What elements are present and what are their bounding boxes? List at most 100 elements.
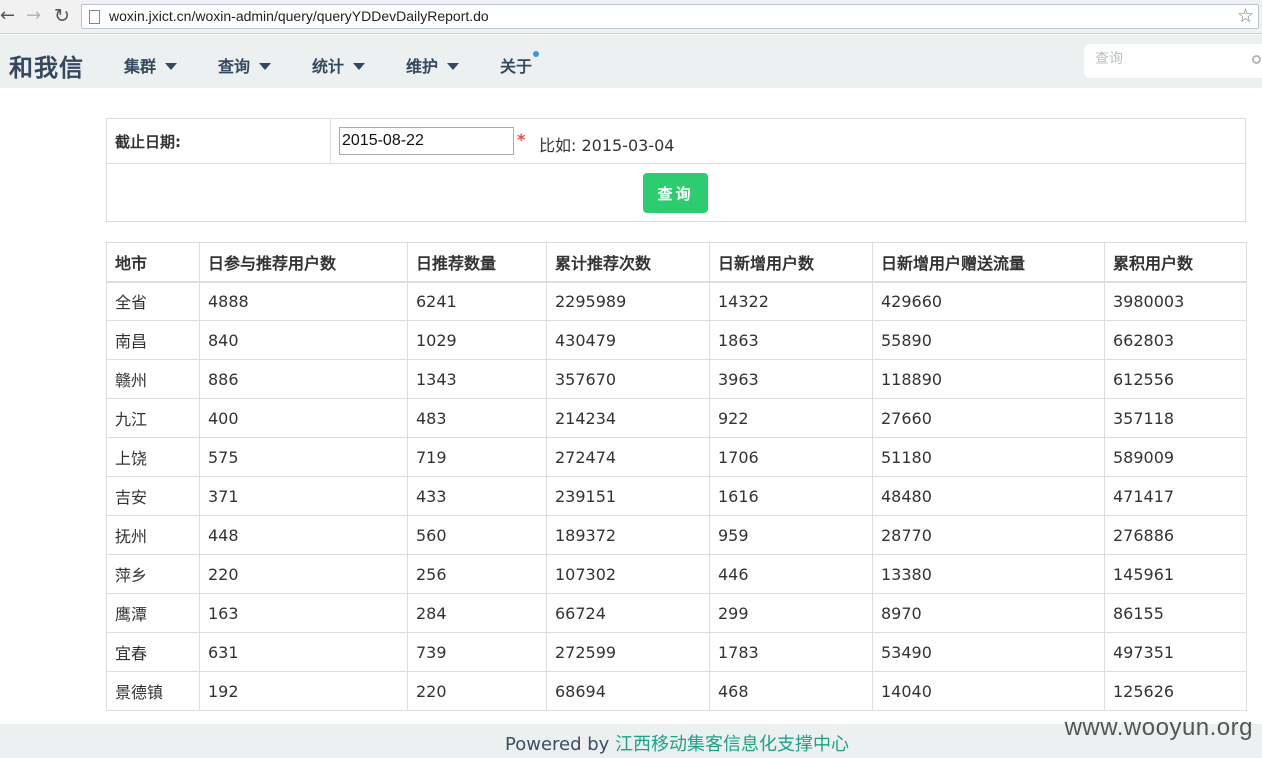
menu-query[interactable]: 查询 [218, 53, 272, 77]
table-cell: 8970 [872, 593, 1105, 633]
required-mark: * [517, 130, 526, 149]
table-row: 萍乡 220 256 107302 446 13380 145961 [106, 554, 1247, 594]
table-cell: 922 [709, 398, 873, 438]
table-cell: 214234 [546, 398, 710, 438]
caret-down-icon [165, 63, 178, 70]
table-cell: 66724 [546, 593, 710, 633]
table-cell: 1029 [407, 320, 547, 360]
address-bar[interactable]: woxin.jxict.cn/woxin-admin/query/queryYD… [81, 4, 1259, 29]
table-cell: 192 [199, 671, 408, 711]
column-header: 累计推荐次数 [546, 242, 710, 283]
table-cell: 589009 [1104, 437, 1247, 477]
caret-down-icon [353, 63, 366, 70]
menu-cluster[interactable]: 集群 [124, 53, 178, 77]
menu-maintenance[interactable]: 维护 [406, 53, 460, 77]
bookmark-star-icon[interactable]: ☆ [1237, 5, 1254, 27]
table-cell: 163 [199, 593, 408, 633]
table-cell: 471417 [1104, 476, 1247, 516]
table-cell: 662803 [1104, 320, 1247, 360]
search-input[interactable] [1095, 51, 1235, 67]
table-row: 景德镇 192 220 68694 468 14040 125626 [106, 671, 1247, 711]
column-header: 日参与推荐用户数 [199, 242, 408, 283]
column-header: 日推荐数量 [407, 242, 547, 283]
end-date-input[interactable] [339, 127, 514, 155]
menu-about[interactable]: 关于 [500, 51, 540, 77]
forward-arrow-icon[interactable]: → [26, 6, 41, 26]
table-cell: 239151 [546, 476, 710, 516]
table-cell: 抚州 [106, 515, 200, 555]
table-cell: 48480 [872, 476, 1105, 516]
table-cell: 468 [709, 671, 873, 711]
table-cell: 南昌 [106, 320, 200, 360]
table-cell: 2295989 [546, 281, 710, 321]
footer-text: Powered by 江西移动集客信息化支撑中心 [505, 730, 849, 756]
table-cell: 272599 [546, 632, 710, 672]
table-cell: 959 [709, 515, 873, 555]
table-cell: 全省 [106, 281, 200, 321]
table-cell: 220 [407, 671, 547, 711]
date-label: 截止日期: [115, 133, 181, 151]
table-cell: 575 [199, 437, 408, 477]
search-icon[interactable] [1252, 55, 1261, 64]
table-cell: 1783 [709, 632, 873, 672]
url-text[interactable]: woxin.jxict.cn/woxin-admin/query/queryYD… [109, 8, 489, 24]
reload-icon[interactable]: ↻ [54, 6, 70, 26]
column-header: 日新增用户数 [709, 242, 873, 283]
table-cell: 86155 [1104, 593, 1247, 633]
table-cell: 357670 [546, 359, 710, 399]
table-cell: 68694 [546, 671, 710, 711]
table-cell: 284 [407, 593, 547, 633]
table-cell: 14040 [872, 671, 1105, 711]
table-cell: 433 [407, 476, 547, 516]
menu-label: 集群 [124, 57, 157, 76]
column-header: 地市 [106, 242, 200, 283]
menu-statistics[interactable]: 统计 [312, 53, 366, 77]
table-row: 上饶 575 719 272474 1706 51180 589009 [106, 437, 1247, 477]
table-cell: 吉安 [106, 476, 200, 516]
back-arrow-icon[interactable]: ← [0, 6, 15, 26]
table-cell: 429660 [872, 281, 1105, 321]
watermark: www.wooyun.org [1064, 714, 1253, 741]
table-cell: 256 [407, 554, 547, 594]
table-cell: 1863 [709, 320, 873, 360]
table-cell: 446 [709, 554, 873, 594]
table-cell: 371 [199, 476, 408, 516]
brand-logo[interactable]: 和我信 [9, 48, 84, 83]
table-cell: 430479 [546, 320, 710, 360]
column-header: 累积用户数 [1104, 242, 1247, 283]
table-header-row: 地市 日参与推荐用户数 日推荐数量 累计推荐次数 日新增用户数 日新增用户赠送流量 累积用户… [106, 242, 1247, 283]
table-cell: 299 [709, 593, 873, 633]
table-cell: 107302 [546, 554, 710, 594]
table-cell: 6241 [407, 281, 547, 321]
footer-link[interactable]: 江西移动集客信息化支撑中心 [615, 734, 849, 755]
browser-toolbar: ← → ↻ woxin.jxict.cn/woxin-admin/query/q… [0, 0, 1262, 34]
table-cell: 55890 [872, 320, 1105, 360]
table-row: 抚州 448 560 189372 959 28770 276886 [106, 515, 1247, 555]
table-cell: 宜春 [106, 632, 200, 672]
table-cell: 125626 [1104, 671, 1247, 711]
query-button[interactable]: 查询 [643, 173, 708, 213]
table-cell: 九江 [106, 398, 200, 438]
table-cell: 118890 [872, 359, 1105, 399]
table-cell: 1706 [709, 437, 873, 477]
table-cell: 189372 [546, 515, 710, 555]
table-body: 全省 4888 6241 2295989 14322 429660 3980003 南昌 840… [106, 281, 1247, 711]
table-cell: 53490 [872, 632, 1105, 672]
table-cell: 145961 [1104, 554, 1247, 594]
date-hint: 比如: 2015-03-04 [539, 136, 675, 155]
menu-label: 关于 [500, 57, 533, 76]
table-cell: 719 [407, 437, 547, 477]
table-cell: 448 [199, 515, 408, 555]
page-icon [89, 10, 100, 24]
nav-search [1084, 44, 1262, 78]
table-cell: 400 [199, 398, 408, 438]
table-cell: 1343 [407, 359, 547, 399]
table-cell: 鹰潭 [106, 593, 200, 633]
menu-label: 维护 [406, 57, 439, 76]
table-cell: 272474 [546, 437, 710, 477]
table-cell: 景德镇 [106, 671, 200, 711]
table-cell: 739 [407, 632, 547, 672]
footer-prefix: Powered by [505, 734, 616, 755]
table-row: 吉安 371 433 239151 1616 48480 471417 [106, 476, 1247, 516]
table-cell: 612556 [1104, 359, 1247, 399]
